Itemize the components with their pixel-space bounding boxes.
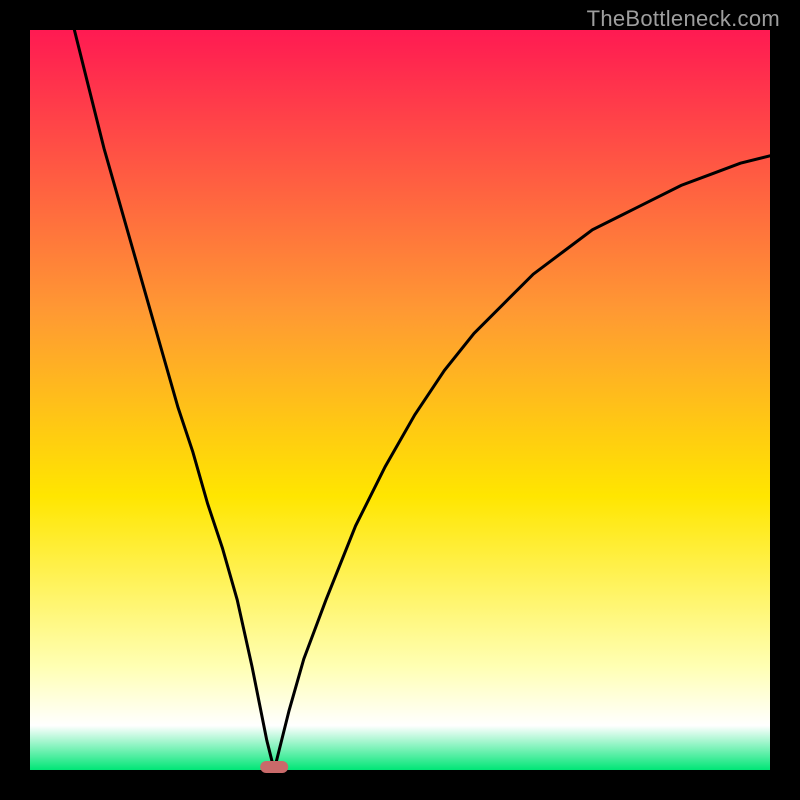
chart-stage: TheBottleneck.com xyxy=(0,0,800,800)
chart-svg xyxy=(0,0,800,800)
watermark-label: TheBottleneck.com xyxy=(587,6,780,32)
plot-background xyxy=(30,30,770,770)
minimum-marker xyxy=(260,761,288,773)
